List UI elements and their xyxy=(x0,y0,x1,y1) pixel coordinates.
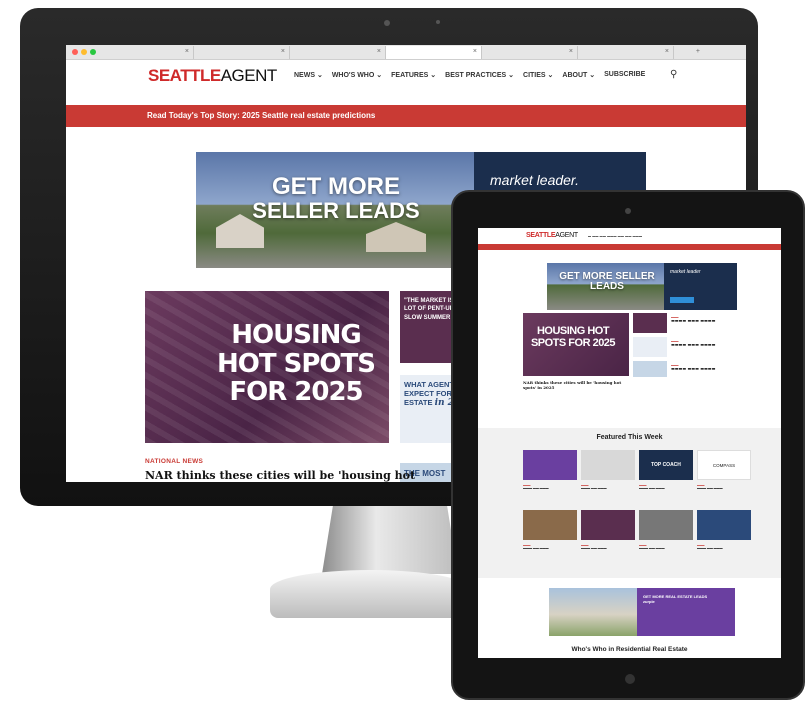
ad-line2: SELLER LEADS xyxy=(252,198,420,224)
tablet-side-story[interactable]: ▬▬▬ ▬▬▬▬ ▬▬▬ ▬▬▬▬ xyxy=(671,316,741,324)
tablet-logo-agent: AGENT xyxy=(555,232,578,239)
tablet-ad-banner[interactable]: GET MORE SELLER LEADS market leader xyxy=(547,263,737,310)
ad-line1: GET MORE xyxy=(271,173,400,200)
tablet-site-logo[interactable]: SEATTLEAGENT xyxy=(526,232,578,239)
ad-brand-logo: market leader. xyxy=(490,172,579,188)
nav-news[interactable]: NEWS ⌄ xyxy=(294,71,323,79)
site-logo[interactable]: SEATTLEAGENT xyxy=(148,66,277,86)
tablet-top-story-banner[interactable] xyxy=(478,244,781,250)
tablet-side-card[interactable] xyxy=(633,313,667,333)
tablet-ad-brand: market leader xyxy=(670,269,701,275)
tablet-camera-icon xyxy=(625,208,631,214)
browser-tab[interactable]: × xyxy=(482,46,578,59)
whos-who-heading: Who's Who in Residential Real Estate xyxy=(571,646,688,653)
feature-title: HOUSING HOT SPOTS FOR 2025 xyxy=(217,320,376,408)
nav-features[interactable]: FEATURES ⌄ xyxy=(391,71,436,79)
nav-cities[interactable]: CITIES ⌄ xyxy=(523,71,553,79)
tablet-side-card[interactable] xyxy=(633,361,667,377)
story-kicker[interactable]: NATIONAL NEWS xyxy=(145,458,203,465)
browser-tab[interactable]: × xyxy=(194,46,290,59)
featured-caption[interactable]: ▬▬▬ ▬▬▬ ▬▬ ▬▬▬ xyxy=(581,544,635,551)
featured-thumb[interactable] xyxy=(581,510,635,540)
maximize-window-icon[interactable] xyxy=(90,49,96,55)
story-headline[interactable]: NAR thinks these cities will be 'housing… xyxy=(145,469,415,482)
tablet-ad2-photo xyxy=(549,588,637,636)
featured-thumb[interactable] xyxy=(639,510,693,540)
new-tab-button[interactable]: + xyxy=(674,46,704,59)
monitor-stand xyxy=(322,506,458,574)
feature-line1: HOUSING xyxy=(231,320,361,350)
tablet-nav[interactable]: ▬ ▬▬ ▬▬ ▬▬▬ ▬▬ ▬▬ ▬▬▬ xyxy=(588,234,642,238)
tablet-device: SEATTLEAGENT ▬ ▬▬ ▬▬ ▬▬▬ ▬▬ ▬▬ ▬▬▬ GET M… xyxy=(451,190,805,700)
close-window-icon[interactable] xyxy=(72,49,78,55)
featured-caption[interactable]: ▬▬▬ ▬▬▬ ▬▬ ▬▬▬ xyxy=(581,484,635,491)
featured-caption[interactable]: ▬▬▬ ▬▬▬ ▬▬ ▬▬▬ xyxy=(523,544,577,551)
featured-thumb[interactable]: TOP COACH xyxy=(639,450,693,480)
browser-tab-bar: × × × × × × + xyxy=(66,45,746,60)
browser-tab[interactable]: × xyxy=(102,46,194,59)
tablet-logo-seattle: SEATTLE xyxy=(526,232,556,239)
main-nav: NEWS ⌄ WHO'S WHO ⌄ FEATURES ⌄ BEST PRACT… xyxy=(294,71,645,79)
ad-headline: GET MORE SELLER LEADS xyxy=(216,174,456,222)
featured-thumb[interactable] xyxy=(523,450,577,480)
tablet-ad2-side: GET MORE REAL ESTATE LEADS zurple xyxy=(637,588,735,636)
featured-thumb[interactable] xyxy=(581,450,635,480)
tablet-home-button-icon[interactable] xyxy=(625,674,635,684)
tablet-ad-cta-button[interactable] xyxy=(670,297,694,303)
feature-line3: FOR 2025 xyxy=(229,377,363,408)
featured-thumb[interactable] xyxy=(697,510,751,540)
sensor-icon xyxy=(436,20,440,24)
browser-tab[interactable]: × xyxy=(578,46,674,59)
top-story-banner[interactable]: Read Today's Top Story: 2025 Seattle rea… xyxy=(66,105,746,127)
tablet-side-story[interactable]: ▬▬▬ ▬▬▬▬ ▬▬▬ ▬▬▬▬ xyxy=(671,340,741,348)
tablet-feature-title: HOUSING HOT SPOTS FOR 2025 xyxy=(530,325,616,350)
featured-thumb[interactable] xyxy=(523,510,577,540)
tablet-ad-headline: GET MORE SELLER LEADS xyxy=(559,271,655,292)
logo-seattle: SEATTLE xyxy=(148,66,221,85)
search-icon[interactable]: ⚲ xyxy=(670,69,677,80)
tablet-ad2-banner[interactable]: GET MORE REAL ESTATE LEADS zurple xyxy=(549,588,735,636)
logo-agent: AGENT xyxy=(220,66,278,85)
feature-image[interactable]: HOUSING HOT SPOTS FOR 2025 xyxy=(145,291,389,443)
featured-title: Featured This Week xyxy=(596,434,663,441)
camera-icon xyxy=(384,20,390,26)
featured-caption[interactable]: ▬▬▬ ▬▬▬ ▬▬ ▬▬▬ xyxy=(639,544,693,551)
tablet-ad-side: market leader xyxy=(664,263,737,310)
featured-caption[interactable]: ▬▬▬ ▬▬▬ ▬▬ ▬▬▬ xyxy=(697,544,751,551)
tablet-feature-image[interactable]: HOUSING HOT SPOTS FOR 2025 xyxy=(523,313,629,376)
tablet-story-headline[interactable]: NAR thinks these cities will be 'housing… xyxy=(523,380,633,390)
minimize-window-icon[interactable] xyxy=(81,49,87,55)
nav-whos-who[interactable]: WHO'S WHO ⌄ xyxy=(332,71,382,79)
featured-caption[interactable]: ▬▬▬ ▬▬▬ ▬▬ ▬▬▬ xyxy=(697,484,751,491)
tablet-site-header: SEATTLEAGENT ▬ ▬▬ ▬▬ ▬▬▬ ▬▬ ▬▬ ▬▬▬ xyxy=(478,228,781,244)
tablet-ad2-brand: zurple xyxy=(643,599,655,605)
featured-caption[interactable]: ▬▬▬ ▬▬▬ ▬▬ ▬▬▬ xyxy=(523,484,577,491)
tablet-side-story[interactable]: ▬▬▬ ▬▬▬▬ ▬▬▬ ▬▬▬▬ xyxy=(671,364,741,372)
featured-caption[interactable]: ▬▬▬ ▬▬▬ ▬▬ ▬▬▬ xyxy=(639,484,693,491)
monitor-base xyxy=(270,570,470,618)
tablet-side-card[interactable] xyxy=(633,337,667,357)
tablet-screen: SEATTLEAGENT ▬ ▬▬ ▬▬ ▬▬▬ ▬▬ ▬▬ ▬▬▬ GET M… xyxy=(478,228,781,658)
browser-tab-active[interactable]: × xyxy=(386,46,482,59)
nav-about[interactable]: ABOUT ⌄ xyxy=(562,71,595,79)
browser-tab[interactable]: × xyxy=(290,46,386,59)
feature-line2: HOT SPOTS xyxy=(217,348,376,379)
nav-subscribe[interactable]: SUBSCRIBE xyxy=(604,71,645,79)
featured-thumb[interactable]: COMPASS xyxy=(697,450,751,480)
nav-best-practices[interactable]: BEST PRACTICES ⌄ xyxy=(445,71,514,79)
